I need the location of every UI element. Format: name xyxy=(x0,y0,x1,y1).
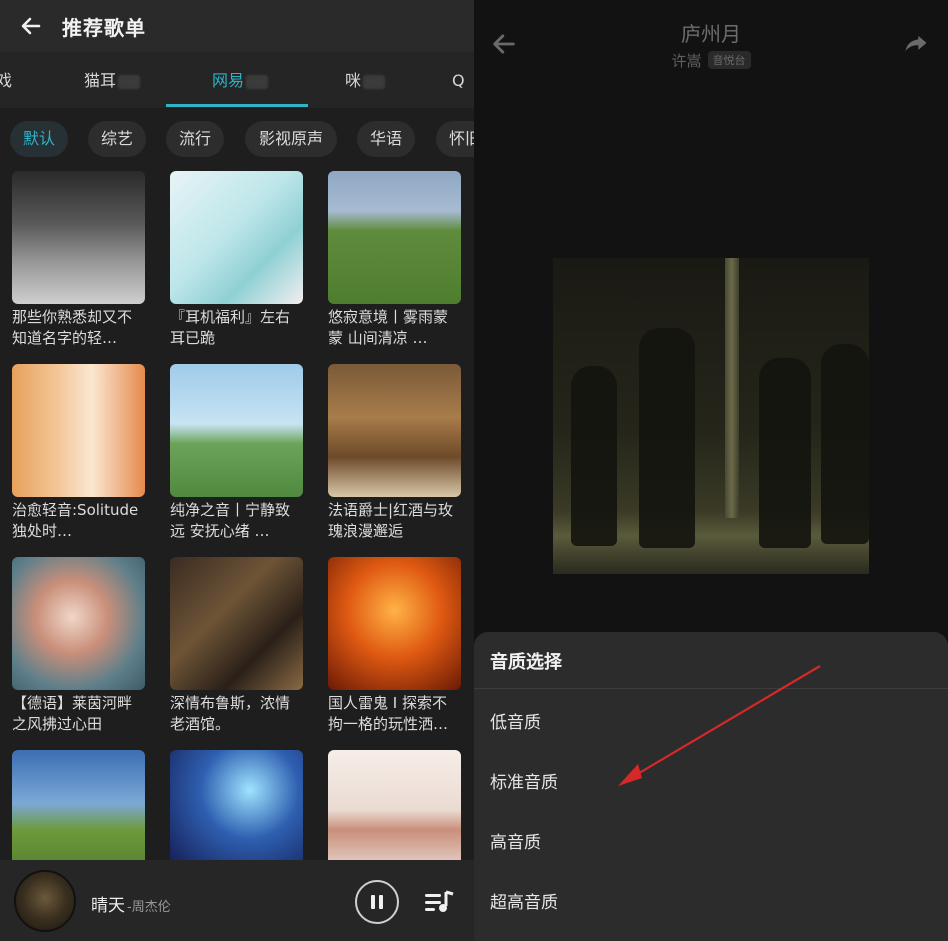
playlist-cover xyxy=(170,171,303,304)
pause-icon xyxy=(371,895,383,909)
playlist-title: 国人雷鬼 I 探索不拘一格的玩性洒… xyxy=(328,694,449,733)
cover-figure xyxy=(759,358,811,548)
playlist-card[interactable] xyxy=(12,750,145,860)
playlist-title: 法语爵士|红酒与玫瑰浪漫邂逅 xyxy=(328,501,454,540)
playlist-card[interactable]: 【德语】莱茵河畔之风拂过心田 xyxy=(12,557,145,735)
playlist-card[interactable]: 治愈轻音:Solitude独处时… xyxy=(12,364,145,542)
quality-option-ultra[interactable]: 超高音质 xyxy=(490,888,558,913)
chip-nostalgia[interactable]: 怀旧 xyxy=(436,121,474,157)
chip-chinese[interactable]: 华语 xyxy=(357,121,415,157)
cover-figure xyxy=(821,344,869,544)
playlist-title: 『耳机福利』左右耳已跪 xyxy=(170,308,291,347)
playlist-cover xyxy=(12,171,145,304)
playlist-card[interactable]: 法语爵士|红酒与玫瑰浪漫邂逅 xyxy=(328,364,461,542)
playlist-title: 深情布鲁斯，浓情老酒馆。 xyxy=(170,694,291,733)
source-tabs: 戏 猫耳 网易 咪 Q xyxy=(0,52,474,108)
quality-sheet: 音质选择 低音质 标准音质 高音质 超高音质 xyxy=(474,632,948,941)
album-avatar[interactable] xyxy=(14,870,76,932)
tab-4[interactable]: Q xyxy=(452,52,465,108)
top-bar: 推荐歌单 xyxy=(0,0,474,52)
share-icon[interactable] xyxy=(902,30,934,62)
playlist-cover xyxy=(328,171,461,304)
chip-variety[interactable]: 综艺 xyxy=(88,121,146,157)
tab-0[interactable]: 戏 xyxy=(0,52,12,108)
quality-option-high[interactable]: 高音质 xyxy=(490,828,541,853)
playlist-card[interactable] xyxy=(328,750,461,860)
playlist-title: 治愈轻音:Solitude独处时… xyxy=(12,501,139,540)
pause-button[interactable] xyxy=(355,880,399,924)
cover-pole xyxy=(725,258,739,518)
tab-2[interactable]: 网易 xyxy=(212,52,269,108)
active-tab-indicator xyxy=(166,104,308,107)
song-title: 庐州月 xyxy=(681,22,741,46)
tab-3[interactable]: 咪 xyxy=(345,52,386,108)
cover-figure xyxy=(571,366,617,546)
playlist-card[interactable]: 深情布鲁斯，浓情老酒馆。 xyxy=(170,557,303,735)
playlist-title: 悠寂意境丨雾雨蒙蒙 山间清凉 … xyxy=(328,308,449,347)
category-chips: 默认 综艺 流行 影视原声 华语 怀旧 xyxy=(0,108,474,168)
blurred-text xyxy=(118,74,141,89)
playlist-card[interactable]: 纯净之音丨宁静致远 安抚心绪 … xyxy=(170,364,303,542)
playlist-button[interactable] xyxy=(422,884,458,920)
chip-soundtrack[interactable]: 影视原声 xyxy=(245,121,337,157)
page-title: 推荐歌单 xyxy=(62,15,146,40)
song-name: 晴天 xyxy=(91,896,125,916)
playlist-cover xyxy=(328,557,461,690)
album-cover xyxy=(553,258,869,574)
playlist-cover xyxy=(170,364,303,497)
playlist-card[interactable]: 悠寂意境丨雾雨蒙蒙 山间清凉 … xyxy=(328,171,461,349)
playlist-grid: 那些你熟悉却又不知道名字的轻… 『耳机福利』左右耳已跪 悠寂意境丨雾雨蒙蒙 山间… xyxy=(0,168,474,860)
playlist-cover xyxy=(170,750,303,860)
playlist-cover xyxy=(170,557,303,690)
blurred-text xyxy=(246,74,269,89)
sheet-title: 音质选择 xyxy=(490,652,562,673)
blurred-text xyxy=(363,74,386,89)
playlist-card[interactable]: 国人雷鬼 I 探索不拘一格的玩性洒… xyxy=(328,557,461,735)
back-arrow-icon[interactable] xyxy=(0,0,62,52)
playlist-title: 那些你熟悉却又不知道名字的轻… xyxy=(12,308,133,347)
playlist-title: 【德语】莱茵河畔之风拂过心田 xyxy=(12,694,133,733)
song-artist: -周杰伦 xyxy=(127,900,171,915)
playlist-cover xyxy=(12,364,145,497)
playlist-card[interactable] xyxy=(170,750,303,860)
quality-option-low[interactable]: 低音质 xyxy=(490,708,541,733)
playlist-cover xyxy=(12,557,145,690)
now-playing[interactable]: 晴天 -周杰伦 xyxy=(91,891,171,916)
playlist-title: 纯净之音丨宁静致远 安抚心绪 … xyxy=(170,501,291,540)
playlist-panel: 推荐歌单 戏 猫耳 网易 咪 Q 默认 综艺 流行 影视原声 华语 怀旧 那些你… xyxy=(0,0,474,941)
playlist-cover xyxy=(12,750,145,860)
song-subtitle: 许嵩 音悦台 xyxy=(474,50,948,71)
playlist-card[interactable]: 『耳机福利』左右耳已跪 xyxy=(170,171,303,349)
chip-pop[interactable]: 流行 xyxy=(166,121,224,157)
playlist-card[interactable]: 那些你熟悉却又不知道名字的轻… xyxy=(12,171,145,349)
mini-player[interactable]: 晴天 -周杰伦 xyxy=(0,860,474,941)
playlist-icon xyxy=(425,890,454,912)
playlist-cover xyxy=(328,750,461,860)
cover-figure xyxy=(639,328,695,548)
divider xyxy=(474,688,948,689)
quality-option-standard[interactable]: 标准音质 xyxy=(490,768,558,793)
chip-default[interactable]: 默认 xyxy=(10,121,68,157)
source-badge: 音悦台 xyxy=(707,51,751,69)
player-panel: 庐州月 许嵩 音悦台 音质选择 低音质 标准音质 高音质 超高音质 xyxy=(474,0,948,941)
playlist-cover xyxy=(328,364,461,497)
artist-name: 许嵩 xyxy=(671,52,702,70)
tab-1[interactable]: 猫耳 xyxy=(84,52,141,108)
